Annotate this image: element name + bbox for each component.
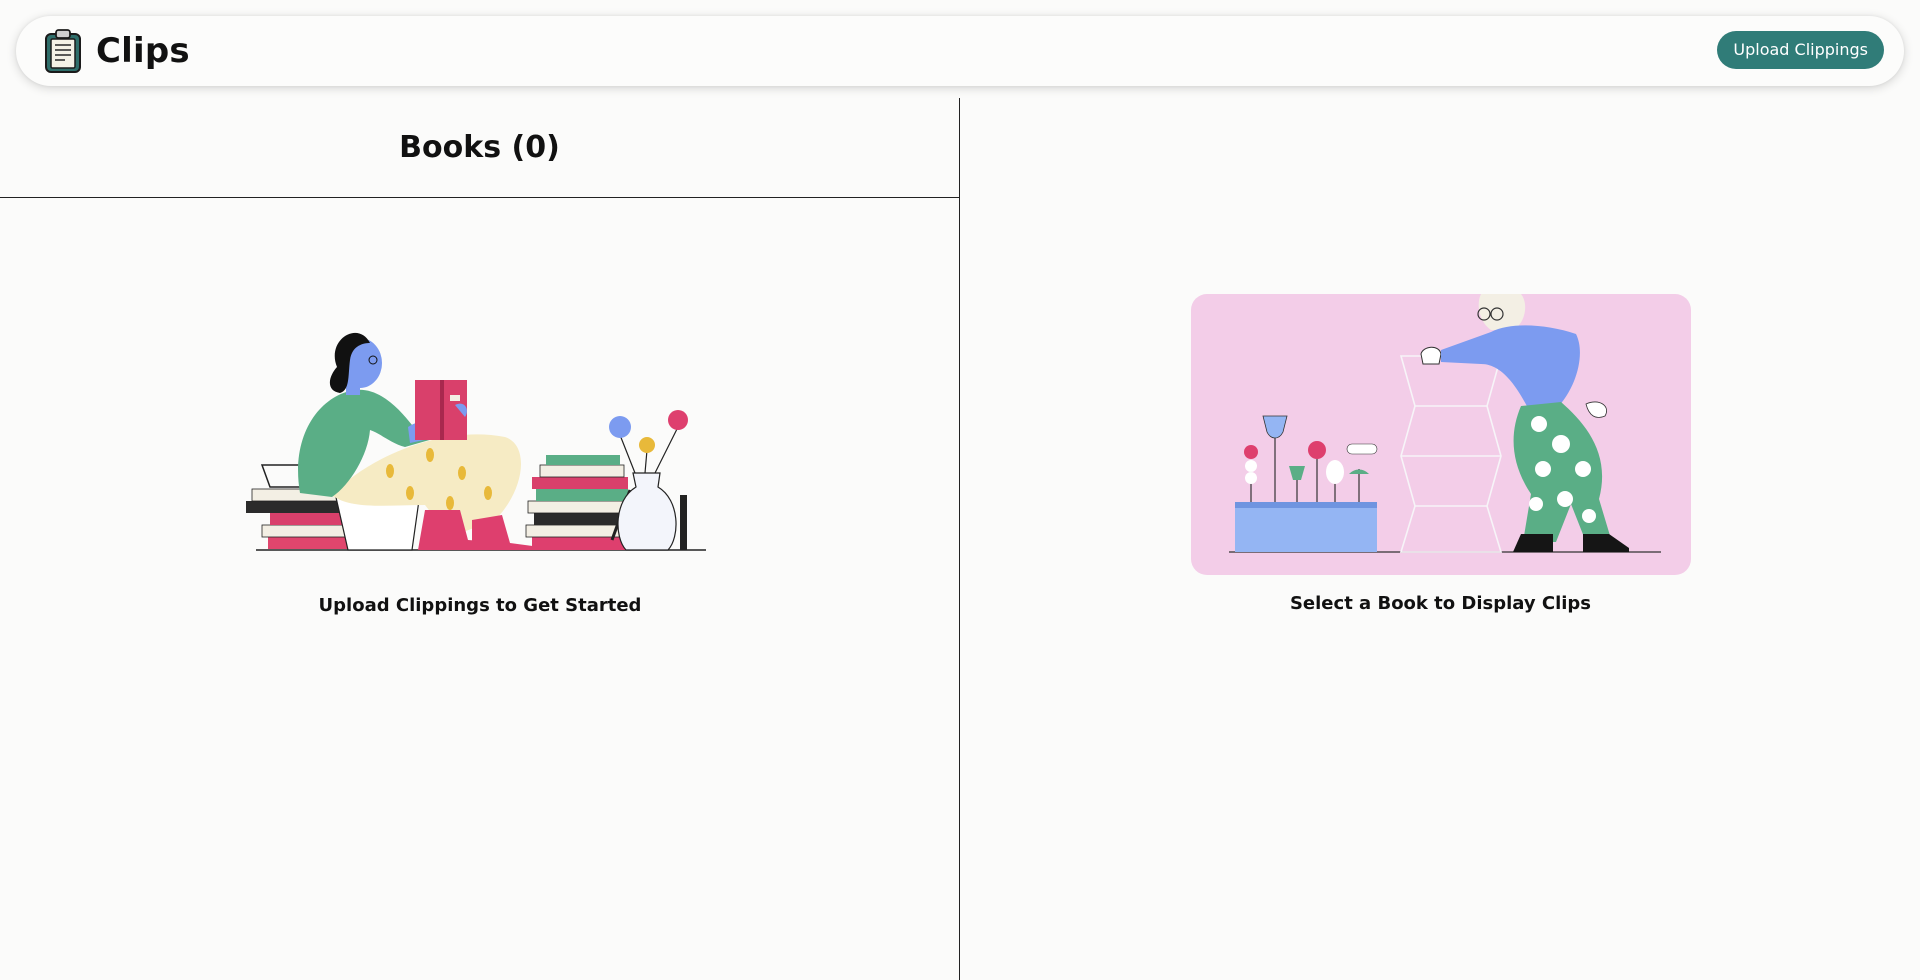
top-nav-bar: Clips Upload Clippings [16, 16, 1904, 86]
books-empty-message: Upload Clippings to Get Started [318, 595, 642, 616]
books-panel-header: Books (0) [0, 98, 959, 198]
clips-empty-message: Select a Book to Display Clips [1289, 593, 1592, 614]
app-title: Clips [96, 31, 190, 71]
upload-clippings-button[interactable]: Upload Clippings [1717, 31, 1884, 69]
woman-reading-illustration [246, 332, 706, 551]
clipboard-icon [45, 29, 81, 73]
brand[interactable]: Clips [43, 28, 190, 74]
person-unfolding-paper-illustration [1191, 294, 1691, 575]
books-panel-title: Books (0) [399, 130, 560, 165]
book-stack-right [525, 455, 632, 550]
